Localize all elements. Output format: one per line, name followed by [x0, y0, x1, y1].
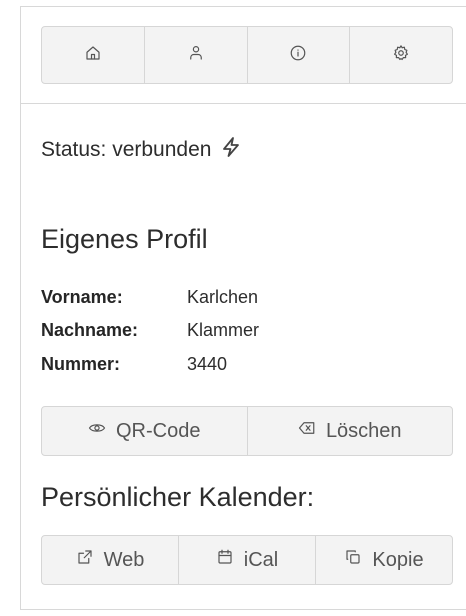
nav-home-button[interactable] — [42, 27, 145, 83]
profile-actions: QR-Code Löschen — [41, 406, 453, 456]
lightning-icon — [219, 135, 243, 165]
field-value: Klammer — [187, 320, 260, 340]
profile-heading: Eigenes Profil — [41, 224, 208, 254]
panel-frame — [20, 6, 466, 610]
calendar-web-label: Web — [103, 548, 145, 571]
backspace-icon — [298, 419, 316, 443]
copy-icon — [344, 548, 362, 572]
home-icon — [84, 44, 102, 67]
profile-field-number: Nummer: 3440 — [41, 354, 227, 375]
field-value: 3440 — [187, 354, 228, 374]
connection-status: Status: verbunden — [41, 135, 243, 165]
field-value: Karlchen — [187, 287, 259, 307]
calendar-web-button[interactable]: Web — [42, 536, 179, 584]
calendar-heading: Persönlicher Kalender: — [41, 482, 315, 512]
field-label: Nachname: — [41, 320, 139, 340]
external-link-icon — [76, 548, 94, 572]
calendar-ical-label: iCal — [243, 548, 279, 571]
field-label: Vorname: — [41, 287, 123, 307]
nav-profile-button[interactable] — [145, 27, 248, 83]
calendar-ical-button[interactable]: iCal — [179, 536, 316, 584]
profile-field-lastname: Nachname: Klammer — [41, 320, 259, 341]
user-icon — [187, 44, 205, 67]
calendar-copy-label: Kopie — [372, 548, 424, 571]
profile-field-firstname: Vorname: Karlchen — [41, 287, 258, 308]
qr-code-button[interactable]: QR-Code — [42, 407, 248, 455]
qr-code-label: QR-Code — [116, 419, 201, 442]
nav-info-button[interactable] — [248, 27, 351, 83]
top-nav — [41, 26, 453, 84]
field-label: Nummer: — [41, 354, 121, 374]
status-text: Status: verbunden — [41, 138, 212, 161]
delete-button[interactable]: Löschen — [248, 407, 453, 455]
calendar-copy-button[interactable]: Kopie — [316, 536, 452, 584]
info-icon — [289, 44, 307, 67]
nav-settings-button[interactable] — [350, 27, 452, 83]
calendar-icon — [216, 548, 234, 572]
calendar-actions: Web iCal Kopie — [41, 535, 453, 585]
delete-label: Löschen — [325, 419, 402, 442]
gear-icon — [392, 44, 410, 67]
panel-divider — [20, 103, 466, 104]
eye-icon — [88, 419, 106, 443]
